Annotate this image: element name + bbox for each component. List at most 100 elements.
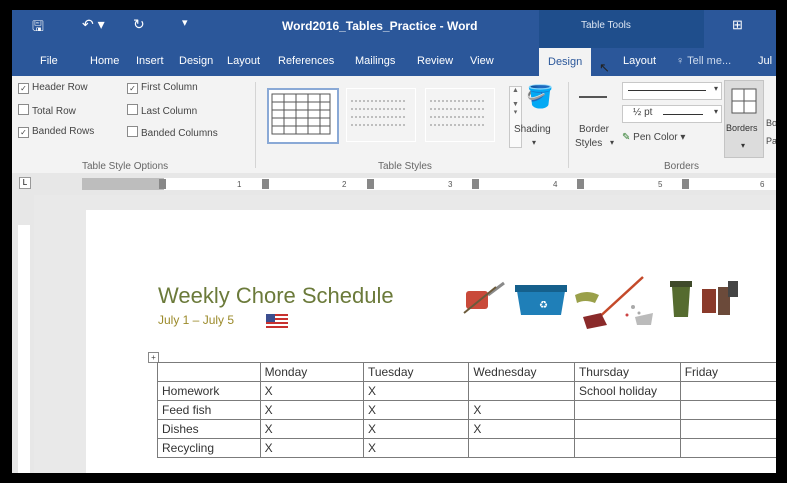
chevron-down-icon: ▾ — [713, 107, 718, 116]
table-cell[interactable]: X — [362, 419, 470, 439]
table-cell[interactable]: Dishes — [157, 419, 261, 439]
border-styles-dropdown-icon[interactable]: ▾ — [610, 138, 614, 147]
mouse-cursor-icon: ↖ — [599, 60, 610, 75]
table-cell[interactable]: X — [468, 400, 575, 420]
table-cell[interactable]: Recycling — [157, 438, 261, 458]
border-styles-icon[interactable] — [579, 96, 607, 98]
column-marker[interactable] — [367, 179, 374, 189]
us-flag-icon — [266, 314, 288, 328]
header-cell[interactable]: Friday — [679, 362, 776, 382]
tab-references[interactable]: References — [278, 55, 334, 67]
table-cell[interactable]: X — [362, 438, 470, 458]
pen-color-button[interactable]: ✎ Pen Color ▾ — [622, 132, 685, 143]
line-weight-dropdown[interactable]: ½ pt ▾ — [622, 105, 722, 123]
document-canvas[interactable]: Weekly Chore Schedule July 1 – July 5 ♻ — [34, 195, 776, 473]
border-painter-label-1[interactable]: Bo — [766, 118, 776, 128]
vertical-ruler[interactable] — [12, 195, 34, 473]
header-row-option[interactable]: ✓ Header Row — [18, 82, 88, 94]
header-cell[interactable]: Monday — [259, 362, 364, 382]
last-column-option[interactable]: Last Column — [127, 104, 197, 117]
shading-button[interactable]: Shading — [514, 124, 551, 135]
borders-button-label: Borders — [726, 123, 758, 133]
tab-design[interactable]: Design — [179, 55, 213, 67]
table-cell[interactable] — [679, 438, 776, 458]
table-style-grid[interactable] — [267, 88, 339, 144]
ribbon-display-options-icon[interactable]: ⊞ — [732, 17, 743, 33]
column-marker[interactable] — [577, 179, 584, 189]
indent-marker-icon[interactable] — [159, 179, 166, 189]
border-painter-label-2[interactable]: Pa — [766, 136, 776, 146]
document-page[interactable]: Weekly Chore Schedule July 1 – July 5 ♻ — [86, 210, 776, 473]
tab-table-layout[interactable]: Layout — [623, 55, 656, 67]
table-row: Feed fish X X X — [157, 400, 776, 420]
table-cell[interactable]: X — [362, 400, 470, 420]
table-cell[interactable]: X — [259, 381, 364, 401]
header-cell[interactable]: Thursday — [573, 362, 681, 382]
tab-file[interactable]: File — [40, 55, 58, 67]
watering-can-icon — [463, 281, 505, 314]
redo-icon[interactable]: ↻ — [133, 16, 145, 33]
table-cell[interactable]: Homework — [157, 381, 261, 401]
word-window: 🖫 ↶ ▾ ↻ ▾ Word2016_Tables_Practice - Wor… — [12, 10, 776, 473]
tab-table-design[interactable]: Design — [539, 48, 592, 76]
column-marker[interactable] — [472, 179, 479, 189]
context-group-label: Table Tools — [581, 20, 631, 31]
shading-dropdown-icon[interactable]: ▾ — [532, 138, 536, 147]
header-cell[interactable] — [157, 362, 261, 382]
table-cell[interactable]: X — [362, 381, 470, 401]
header-cell[interactable]: Wednesday — [468, 362, 575, 382]
table-style-plain[interactable] — [346, 88, 416, 142]
tab-view[interactable]: View — [470, 55, 494, 67]
gallery-scroll[interactable]: ▲ ▼ ▾ — [509, 86, 522, 148]
user-name[interactable]: Jul — [758, 55, 772, 67]
undo-icon[interactable]: ↶ ▾ — [82, 16, 105, 33]
border-styles-label-2[interactable]: Styles — [575, 138, 602, 149]
tab-layout[interactable]: Layout — [227, 55, 260, 67]
column-marker[interactable] — [682, 179, 689, 189]
borders-button[interactable]: Borders ▾ — [724, 80, 764, 158]
border-styles-label-1[interactable]: Border — [579, 124, 609, 135]
table-cell[interactable] — [679, 419, 776, 439]
table-cell[interactable]: X — [468, 419, 575, 439]
tab-review[interactable]: Review — [417, 55, 453, 67]
table-cell[interactable] — [573, 438, 681, 458]
table-light-icon — [430, 100, 486, 126]
table-header-row: Monday Tuesday Wednesday Thursday Friday — [157, 362, 776, 382]
table-tools-header: Table Tools — [539, 10, 704, 48]
table-cell[interactable]: Feed fish — [157, 400, 261, 420]
tab-home[interactable]: Home — [90, 55, 119, 67]
broom-and-dustpan-icon — [575, 276, 653, 329]
checkbox-unchecked-icon — [127, 104, 138, 115]
chore-table[interactable]: Monday Tuesday Wednesday Thursday Friday… — [157, 362, 776, 458]
table-cell[interactable]: X — [259, 438, 364, 458]
tab-selector-icon[interactable]: L — [19, 177, 31, 189]
save-icon[interactable]: 🖫 — [32, 16, 44, 40]
tell-me-search[interactable]: ♀ Tell me... — [676, 55, 731, 67]
tab-mailings[interactable]: Mailings — [355, 55, 395, 67]
table-cell[interactable]: X — [259, 419, 364, 439]
table-cell[interactable] — [573, 419, 681, 439]
horizontal-ruler[interactable]: L 1 2 3 4 5 6 — [12, 173, 776, 196]
banded-rows-option[interactable]: ✓ Banded Rows — [18, 126, 94, 138]
table-cell[interactable] — [573, 400, 681, 420]
table-plain-icon — [351, 100, 407, 126]
table-cell[interactable] — [468, 438, 575, 458]
banded-columns-option[interactable]: Banded Columns — [127, 126, 218, 139]
checkbox-unchecked-icon — [18, 104, 29, 115]
table-cell[interactable] — [679, 381, 776, 401]
customize-qat-icon[interactable]: ▾ — [182, 16, 188, 29]
first-column-option[interactable]: ✓ First Column — [127, 82, 198, 94]
table-cell[interactable]: School holiday — [573, 381, 681, 401]
table-cell[interactable] — [468, 381, 575, 401]
line-style-dropdown[interactable]: ▾ — [622, 82, 722, 100]
table-cell[interactable]: X — [259, 400, 364, 420]
table-cell[interactable] — [679, 400, 776, 420]
table-style-light[interactable] — [425, 88, 495, 142]
column-marker[interactable] — [262, 179, 269, 189]
header-cell[interactable]: Tuesday — [362, 362, 470, 382]
tab-insert[interactable]: Insert — [136, 55, 164, 67]
total-row-option[interactable]: Total Row — [18, 104, 76, 117]
laundry-icon — [702, 281, 738, 315]
document-date-range: July 1 – July 5 — [158, 313, 235, 327]
shading-icon[interactable]: 🪣 — [526, 84, 553, 110]
